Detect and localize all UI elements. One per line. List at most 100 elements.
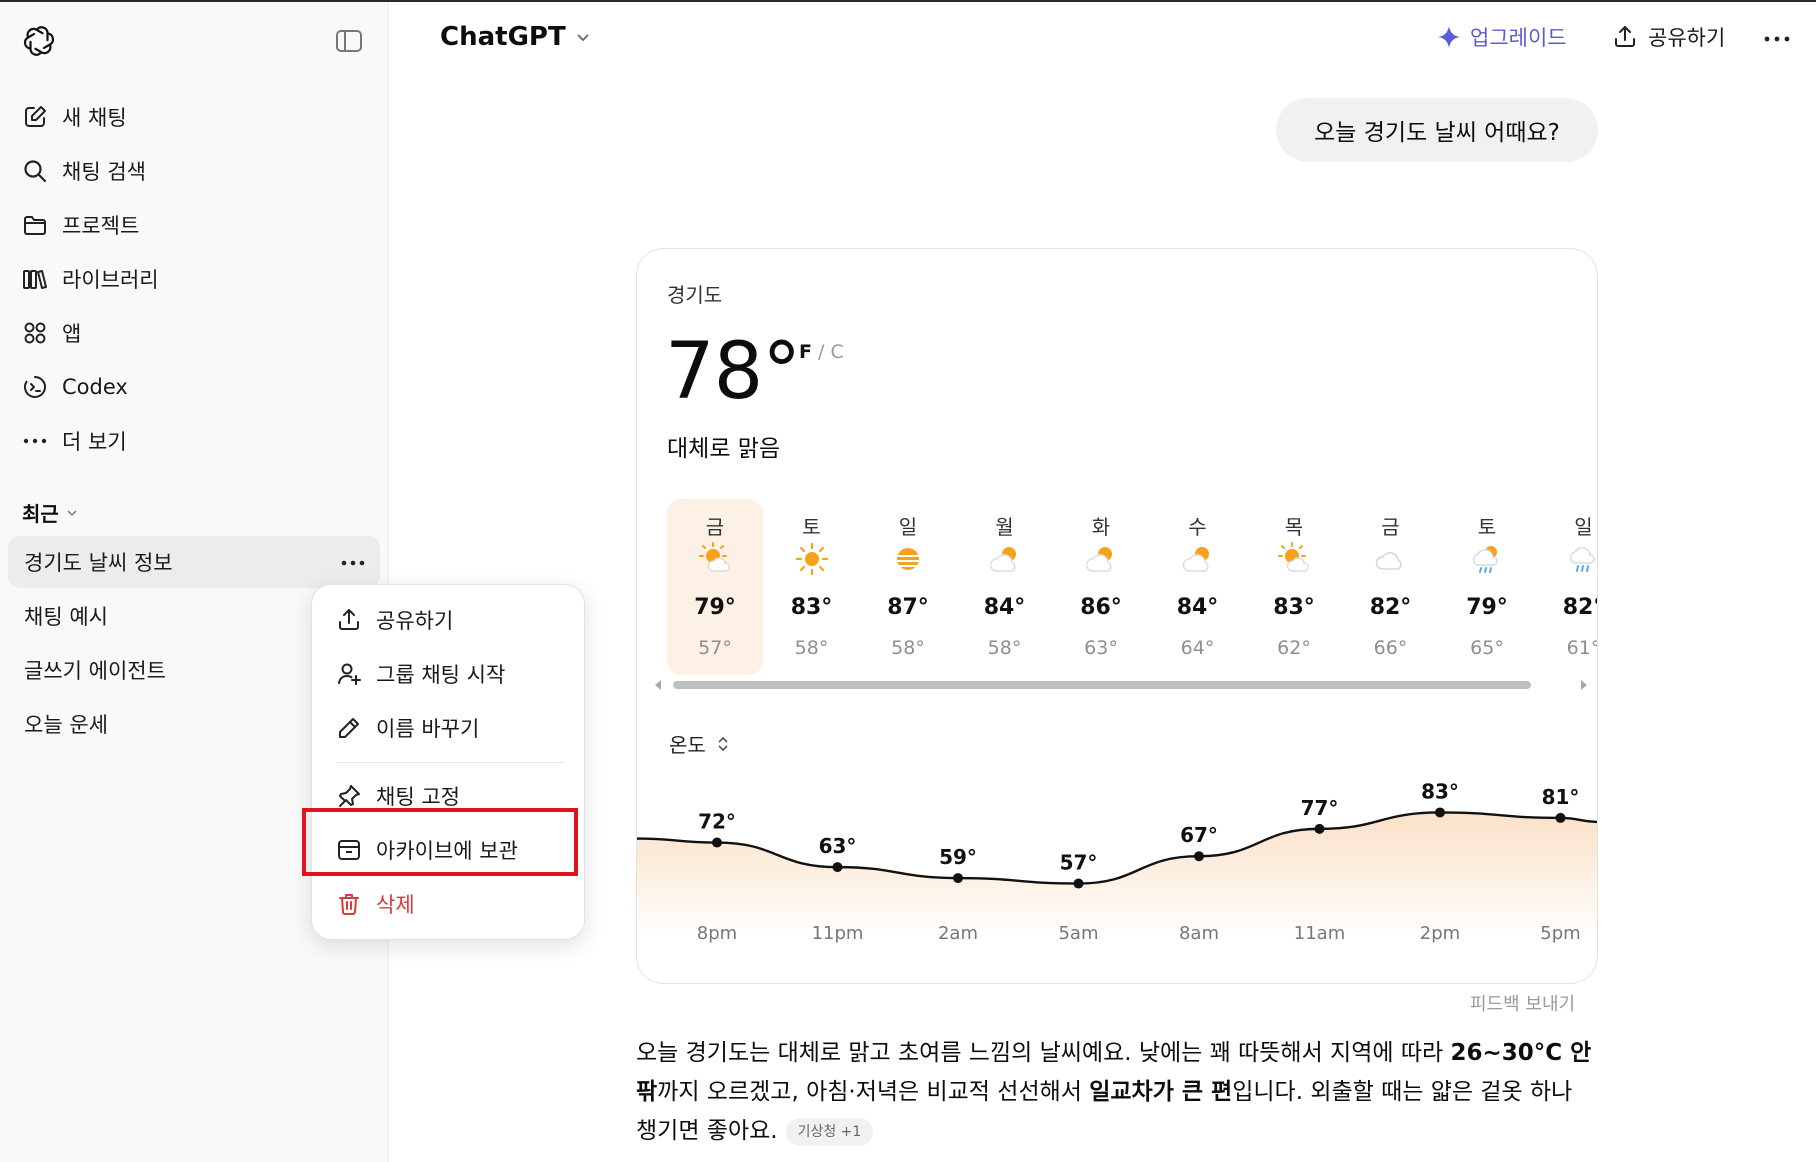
chat-item-title: 글쓰기 에이전트 [24, 659, 166, 683]
more-options-icon[interactable] [1762, 26, 1792, 52]
forecast-low: 65° [1470, 637, 1504, 659]
x-axis-tick-label: 5pm [1540, 923, 1580, 944]
forecast-low: 64° [1180, 637, 1215, 659]
temperature-point[interactable] [1314, 823, 1325, 834]
forecast-low: 58° [794, 637, 829, 659]
menu-item-share[interactable]: 공유하기 [336, 600, 453, 640]
nav-label: 프로젝트 [62, 214, 140, 238]
nav-search-chats[interactable]: 채팅 검색 [22, 151, 146, 191]
chat-item-active[interactable]: 경기도 날씨 정보 [8, 536, 380, 588]
forecast-low: 63° [1084, 637, 1118, 659]
nav-label: 채팅 검색 [62, 160, 146, 184]
source-chip[interactable]: 기상청 +1 [785, 1117, 874, 1146]
forecast-high: 82° [1369, 595, 1412, 620]
forecast-low: 62° [1277, 637, 1311, 659]
forecast-day[interactable]: 화 86° 63° [1053, 499, 1149, 675]
forecast-day[interactable]: 금 79° 57° [667, 499, 763, 675]
unit-separator: / [818, 341, 825, 363]
temperature-point[interactable] [1194, 851, 1204, 862]
temperature-point[interactable] [1073, 878, 1084, 889]
menu-item-delete[interactable]: 삭제 [336, 884, 415, 924]
forecast-high: 82° [1562, 595, 1597, 620]
chat-item-title: 오늘 운세 [24, 713, 108, 737]
forecast-day-name: 토 [1477, 515, 1497, 539]
share-button[interactable]: 공유하기 [1612, 22, 1725, 52]
forecast-day[interactable]: 수 84° 64° [1150, 499, 1246, 675]
sidebar: 새 채팅 채팅 검색 프로젝트 라이브러리 앱 Codex 더 보기 최근 경기… [0, 2, 389, 1162]
codex-icon [23, 376, 46, 398]
weather-widget: 경기도 78° F / C 대체로 맑음 금 79° 57° 토 83° 58° 일 87° 5… [636, 248, 1598, 984]
sidebar-toggle-icon[interactable] [334, 28, 364, 54]
rain-sun-icon [1473, 546, 1498, 573]
upgrade-label: 업그레이드 [1470, 26, 1567, 50]
forecast-low: 57° [698, 637, 732, 659]
temperature-point[interactable] [1555, 812, 1566, 823]
unit-f[interactable]: F [799, 341, 812, 363]
share-label: 공유하기 [1648, 26, 1726, 50]
nav-projects[interactable]: 프로젝트 [22, 205, 139, 245]
menu-item-group-chat[interactable]: 그룹 채팅 시작 [336, 654, 505, 694]
menu-item-label: 그룹 채팅 시작 [376, 663, 506, 687]
cloud-icon [1375, 552, 1402, 570]
temperature-point[interactable] [953, 873, 963, 884]
forecast-day-name: 수 [1188, 515, 1207, 539]
scrollbar-thumb[interactable] [673, 681, 1531, 689]
folder-icon [24, 216, 46, 235]
forecast-day[interactable]: 토 79° 65° [1439, 499, 1535, 675]
forecast-day[interactable]: 목 83° 62° [1246, 499, 1342, 675]
apps-icon [24, 322, 46, 344]
menu-item-rename[interactable]: 이름 바꾸기 [336, 708, 479, 748]
partly-cloudy-icon [1085, 547, 1112, 572]
forecast-day[interactable]: 금 82° 66° [1343, 499, 1439, 675]
metric-selector[interactable]: 온도 [669, 729, 730, 758]
forecast-scrollbar[interactable] [655, 679, 1587, 691]
weather-current-temp: 78° [665, 327, 801, 417]
weather-region: 경기도 [667, 283, 723, 307]
forecast-high: 84° [1176, 595, 1219, 620]
recent-section-toggle[interactable]: 최근 [22, 498, 79, 527]
nav-codex[interactable]: Codex [22, 367, 128, 407]
pencil-icon [339, 718, 359, 738]
forecast-day[interactable]: 월 84° 58° [957, 499, 1053, 675]
temperature-point-label: 83° [1421, 779, 1459, 803]
forecast-day-name: 토 [802, 515, 821, 539]
nav-more[interactable]: 더 보기 [22, 421, 127, 461]
temperature-chart: 72° 8pm 63° 11pm 59° 2am 57° 5am 67° 8am 77° 11am 83… [637, 779, 1597, 944]
scroll-right-arrow-icon[interactable] [1581, 680, 1587, 690]
chat-options-icon[interactable] [340, 550, 366, 576]
chat-item-title: 채팅 예시 [24, 605, 108, 629]
unit-toggle[interactable]: F / C [799, 341, 844, 363]
temperature-point[interactable] [832, 862, 843, 873]
nav-new-chat[interactable]: 새 채팅 [22, 97, 127, 137]
x-axis-tick-label: 8pm [697, 923, 737, 944]
unit-c[interactable]: C [830, 341, 843, 363]
scroll-left-arrow-icon[interactable] [655, 680, 661, 690]
assistant-answer: 오늘 경기도는 대체로 맑고 초여름 느낌의 날씨예요. 낮에는 꽤 따뜻해서 … [636, 1034, 1598, 1151]
recent-section-label: 최근 [22, 502, 59, 526]
chat-context-menu: 공유하기 그룹 채팅 시작 이름 바꾸기 채팅 고정 아카이브에 보관 삭제 [311, 584, 585, 940]
forecast-low: 58° [987, 637, 1022, 659]
nav-library[interactable]: 라이브러리 [22, 259, 159, 299]
temperature-point[interactable] [1435, 807, 1445, 818]
chat-item-title: 경기도 날씨 정보 [24, 551, 173, 575]
x-axis-tick-label: 2am [938, 923, 978, 944]
temperature-point[interactable] [712, 837, 722, 848]
model-selector[interactable]: ChatGPT [440, 22, 592, 52]
openai-logo-icon[interactable] [22, 24, 56, 58]
feedback-link[interactable]: 피드백 보내기 [1470, 990, 1575, 1016]
compose-icon [25, 106, 46, 127]
temperature-point-label: 63° [819, 834, 857, 858]
forecast-day[interactable]: 토 83° 58° [764, 499, 860, 675]
temperature-point-label: 59° [939, 845, 977, 869]
forecast-day-name: 화 [1091, 515, 1111, 539]
nav-apps[interactable]: 앱 [22, 313, 81, 353]
forecast-day[interactable]: 일 82° 61° [1536, 499, 1597, 675]
forecast-high: 79° [694, 595, 736, 620]
answer-text: 오늘 경기도는 대체로 맑고 초여름 느낌의 날씨예요. 낮에는 꽤 따뜻해서 … [636, 1040, 1451, 1066]
x-axis-tick-label: 8am [1179, 923, 1219, 944]
temperature-point-label: 57° [1060, 851, 1098, 875]
forecast-day-name: 일 [1574, 515, 1593, 539]
forecast-day[interactable]: 일 87° 58° [860, 499, 956, 675]
upgrade-button[interactable]: 업그레이드 [1436, 22, 1567, 52]
sun-icon [795, 542, 828, 576]
